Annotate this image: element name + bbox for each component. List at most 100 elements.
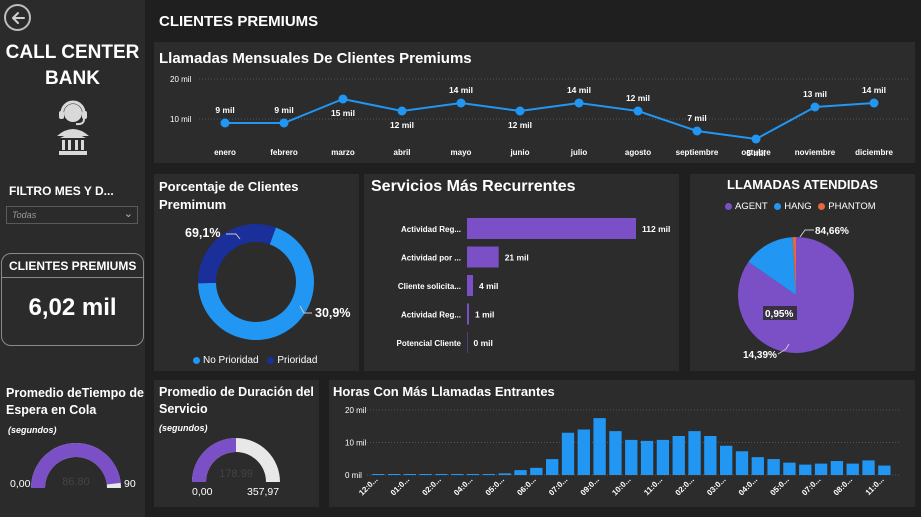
category-label: Potencial Cliente xyxy=(397,339,462,348)
x-tick-label: 04:0... xyxy=(452,475,474,497)
bar xyxy=(830,461,844,475)
bar xyxy=(609,431,622,475)
data-label: 7 mil xyxy=(687,113,706,123)
x-tick-label: 11:0... xyxy=(642,475,664,497)
x-tick-label: septiembre xyxy=(676,148,719,157)
gauge-min-label: 0,00 xyxy=(192,486,213,498)
data-point xyxy=(456,98,466,108)
monthly-calls-chart: 20 mil 10 mil 9 mil enero 9 mil febrero 15 mil… xyxy=(170,75,909,158)
bar xyxy=(862,460,875,475)
x-tick-label: 11:0... xyxy=(864,475,886,497)
x-tick-label: 02:0... xyxy=(674,475,696,497)
data-point xyxy=(692,126,702,136)
bar xyxy=(561,432,575,475)
service-duration-gauge: 178.99 0,00 357,97 xyxy=(192,438,280,498)
bar xyxy=(467,303,469,325)
slice-label: 30,9% xyxy=(315,306,350,320)
category-label: Actividad por ... xyxy=(401,254,461,263)
answered-calls-chart: 84,66% 14,39% 0,95% xyxy=(738,226,854,361)
x-tick-label: marzo xyxy=(331,148,355,157)
data-label: 15 mil xyxy=(331,108,355,118)
data-label: 21 mil xyxy=(505,253,529,263)
x-tick-label: 05:0... xyxy=(768,475,790,497)
data-point xyxy=(751,134,761,144)
bar xyxy=(467,332,468,353)
data-label: 112 mil xyxy=(642,224,670,234)
x-tick-label: 08:0... xyxy=(832,475,854,497)
bar xyxy=(498,473,511,475)
data-point xyxy=(397,106,407,116)
premium-share-legend: No Prioridad Prioridad xyxy=(193,355,317,366)
data-label: 13 mil xyxy=(803,89,827,99)
x-tick-label: 10:0... xyxy=(610,475,632,497)
kpi-title: CLIENTES PREMIUMS xyxy=(9,259,137,273)
gauge-min-label: 0,00 xyxy=(10,478,31,490)
arrow-left-icon xyxy=(11,11,25,24)
bar xyxy=(814,463,828,475)
data-point xyxy=(338,94,348,104)
back-button[interactable] xyxy=(4,4,31,31)
x-tick-label: julio xyxy=(570,148,588,157)
page-title: CLIENTES PREMIUMS xyxy=(159,13,319,30)
legend-label: Prioridad xyxy=(277,355,318,366)
bar xyxy=(546,459,559,475)
filter-label: FILTRO MES Y D... xyxy=(9,184,114,198)
bar xyxy=(467,218,636,239)
bar xyxy=(767,459,780,475)
data-label: 14 mil xyxy=(862,85,886,95)
slice-label: 84,66% xyxy=(815,226,849,237)
x-tick-label: 02:0... xyxy=(420,475,442,497)
bar xyxy=(656,439,670,475)
data-label: 9 mil xyxy=(274,105,293,115)
data-label: 1 mil xyxy=(475,310,494,320)
slice-label: 69,1% xyxy=(185,226,220,240)
x-tick-label: 03:0... xyxy=(705,475,727,497)
bar xyxy=(530,467,543,475)
y-tick-label: 10 mil xyxy=(170,115,192,124)
category-label: Actividad Reg... xyxy=(401,311,461,320)
bar xyxy=(799,464,812,475)
gauge-max-label: 90 xyxy=(124,478,136,490)
x-tick-label: mayo xyxy=(451,148,472,157)
data-label: 14 mil xyxy=(449,85,473,95)
bar xyxy=(672,436,685,475)
hourly-calls-chart: 20 mil10 mil0 mil12:0... 01:0... 02:0... 04… xyxy=(345,406,899,497)
x-tick-label: enero xyxy=(214,148,236,157)
x-tick-label: 07:0... xyxy=(547,475,569,497)
x-tick-label: febrero xyxy=(270,148,298,157)
x-tick-label: abril xyxy=(394,148,411,157)
bar xyxy=(625,439,638,475)
filter-selected-value: Todas xyxy=(12,210,37,220)
category-label: Cliente solicita... xyxy=(398,282,461,291)
y-tick-label: 0 mil xyxy=(345,471,362,480)
service-duration-title: Promedio de Duración del Servicio xyxy=(159,385,314,416)
app-title: CALL CENTER BANK xyxy=(5,42,140,89)
x-tick-label: noviembre xyxy=(795,148,836,157)
bar xyxy=(720,445,733,475)
x-tick-label: 04:0... xyxy=(737,475,759,497)
legend-dot xyxy=(193,356,200,364)
kpi-value: 6,02 mil xyxy=(28,294,117,321)
x-tick-label: 07:0... xyxy=(800,475,822,497)
bar xyxy=(783,462,796,475)
y-tick-label: 20 mil xyxy=(170,75,192,84)
bar xyxy=(735,451,749,475)
data-label: 12 mil xyxy=(626,93,650,103)
bar xyxy=(577,429,590,475)
data-label: 14 mil xyxy=(567,85,591,95)
data-label: 9 mil xyxy=(215,105,234,115)
month-filter-select[interactable]: Todas ⌄ xyxy=(6,206,138,224)
slice-label: 14,39% xyxy=(743,350,777,361)
x-tick-label: 06:0... xyxy=(515,475,537,497)
wait-gauge-title: Promedio deTiempo de Espera en Cola xyxy=(6,386,144,417)
data-point xyxy=(869,98,879,108)
bar xyxy=(751,457,764,475)
premium-share-chart: 69,1% 30,9% xyxy=(185,224,350,340)
data-point xyxy=(810,102,820,112)
gauge-max-label: 357,97 xyxy=(247,486,279,498)
bar xyxy=(451,474,464,475)
leader-line xyxy=(799,229,814,238)
bar xyxy=(514,470,527,475)
bar xyxy=(467,275,474,296)
slice-label: 0,95% xyxy=(765,309,793,320)
